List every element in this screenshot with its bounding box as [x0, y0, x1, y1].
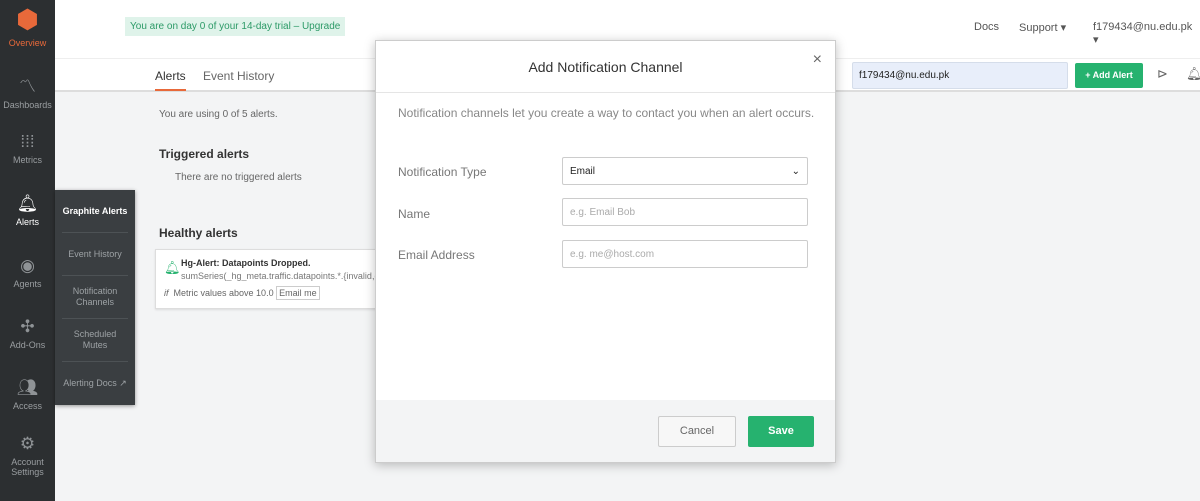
label: Add-Ons	[9, 340, 46, 350]
name-input[interactable]: e.g. Email Bob	[562, 198, 808, 226]
hexagon-logo-icon: ⬢	[16, 4, 39, 34]
if-label: if	[164, 288, 169, 298]
chevron-down-icon: ⌄	[791, 166, 800, 177]
email-input[interactable]: e.g. me@host.com	[562, 240, 808, 268]
alert-card[interactable]: 🔔︎ Hg-Alert: Datapoints Dropped. sumSeri…	[155, 249, 385, 309]
label: Access	[12, 401, 42, 411]
gear-icon: ⚙	[19, 434, 36, 453]
docs-link[interactable]: Docs	[974, 21, 999, 33]
no-triggered-text: There are no triggered alerts	[175, 172, 302, 183]
label: Alerts	[15, 217, 39, 227]
puzzle-icon: ✣	[20, 317, 35, 336]
play-icon[interactable]: ⊳	[1157, 66, 1168, 82]
usage-text: You are using 0 of 5 alerts.	[159, 109, 278, 120]
line-chart-icon: 〽	[19, 77, 36, 96]
alert-query: sumSeries(_hg_meta.traffic.datapoints.*.…	[181, 271, 380, 281]
name-label: Name	[398, 207, 431, 221]
modal-title: Add Notification Channel	[528, 59, 683, 75]
sidebar-item-agents[interactable]: ◉ Agents	[0, 256, 55, 289]
sidebar-item-account-settings[interactable]: ⚙ Account Settings	[0, 434, 55, 477]
eye-icon: ◉	[20, 256, 35, 275]
label: Dashboards	[3, 100, 52, 110]
modal-footer: Cancel Save	[376, 400, 835, 462]
sliders-icon: ⁞⁞⁞	[20, 132, 35, 151]
close-icon[interactable]: ×	[813, 51, 822, 69]
email-label: Email Address	[398, 248, 475, 262]
divider	[376, 92, 835, 93]
sidebar-item-overview[interactable]: ⬢ Overview	[0, 4, 55, 48]
flyout-event-history[interactable]: Event History	[62, 233, 128, 276]
notification-type-label: Notification Type	[398, 165, 487, 179]
sidebar-item-dashboards[interactable]: 〽 Dashboards	[0, 72, 55, 110]
cancel-button[interactable]: Cancel	[658, 416, 736, 447]
label: Overview	[8, 38, 47, 48]
modal-description: Notification channels let you create a w…	[398, 106, 815, 120]
sidebar-item-alerts[interactable]: 🔔︎ Alerts	[0, 194, 55, 227]
triggered-alerts-heading: Triggered alerts	[159, 147, 250, 161]
sidebar-item-access[interactable]: 👥︎ Access	[0, 378, 55, 411]
alert-condition: Metric values above 10.0	[173, 288, 274, 298]
healthy-alerts-heading: Healthy alerts	[159, 226, 238, 240]
label: Metrics	[13, 155, 42, 165]
flyout-graphite-alerts[interactable]: Graphite Alerts	[62, 190, 128, 233]
bell-icon: 🔔︎	[16, 194, 39, 213]
channel-badge: Email me	[276, 286, 320, 300]
tab-event-history[interactable]: Event History	[203, 69, 274, 83]
users-icon: 👥︎	[16, 378, 39, 397]
flyout-scheduled-mutes[interactable]: Scheduled Mutes	[62, 319, 128, 362]
bell-mute-icon[interactable]: 🔔︎	[1186, 66, 1200, 82]
search-input[interactable]: f179434@nu.edu.pk	[852, 62, 1068, 89]
bell-icon: 🔔︎	[164, 260, 181, 275]
tab-alerts[interactable]: Alerts	[155, 69, 186, 91]
alert-name[interactable]: Hg-Alert: Datapoints Dropped.	[181, 258, 311, 268]
add-notification-channel-modal: Add Notification Channel × Notification …	[375, 40, 836, 463]
add-alert-button[interactable]: + Add Alert	[1075, 63, 1143, 88]
notification-type-select[interactable]: Email ⌄	[562, 157, 808, 185]
support-menu[interactable]: Support ▾	[1019, 21, 1066, 34]
sidebar-item-metrics[interactable]: ⁞⁞⁞ Metrics	[0, 132, 55, 165]
sidebar-item-add-ons[interactable]: ✣ Add-Ons	[0, 317, 55, 350]
label: Agents	[13, 279, 42, 289]
flyout-notification-channels[interactable]: Notification Channels	[62, 276, 128, 319]
label: Account Settings	[11, 457, 44, 477]
flyout-alerting-docs[interactable]: Alerting Docs ↗	[62, 362, 128, 405]
alert-condition-row: if Metric values above 10.0 Email me	[164, 286, 320, 300]
selected-value: Email	[570, 166, 596, 177]
sidebar: ⬢ Overview 〽 Dashboards ⁞⁞⁞ Metrics 🔔︎ Alert…	[0, 0, 55, 501]
user-menu[interactable]: f179434@nu.edu.pk ▾	[1093, 21, 1200, 46]
alerts-flyout-menu: Graphite Alerts Event History Notificati…	[55, 190, 135, 405]
save-button[interactable]: Save	[748, 416, 814, 447]
trial-banner[interactable]: You are on day 0 of your 14-day trial – …	[125, 17, 346, 36]
